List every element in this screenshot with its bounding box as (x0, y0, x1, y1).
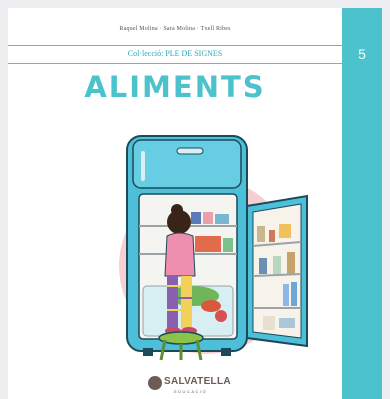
cover-spine-band (342, 8, 382, 399)
fridge-door-icon (246, 194, 308, 348)
volume-number: 5 (358, 46, 366, 62)
collection-name: Col·lecció: PLE DE SIGNES (127, 49, 223, 58)
fridge-illustration (119, 135, 308, 361)
book-cover: Raquel Molina · Sara Molina · Txell Ribe… (8, 8, 382, 399)
authors: Raquel Molina · Sara Molina · Txell Ribe… (119, 26, 231, 32)
book-title: ALIMENTS (84, 70, 266, 104)
publisher-logo: SALVATELLA EDUCACIÓ (148, 374, 243, 396)
publisher-logo-icon (148, 376, 162, 390)
publisher-name: SALVATELLA (164, 376, 231, 387)
publisher-subtitle: EDUCACIÓ (174, 389, 208, 394)
collection-bar: Col·lecció: PLE DE SIGNES 5 (8, 45, 382, 64)
